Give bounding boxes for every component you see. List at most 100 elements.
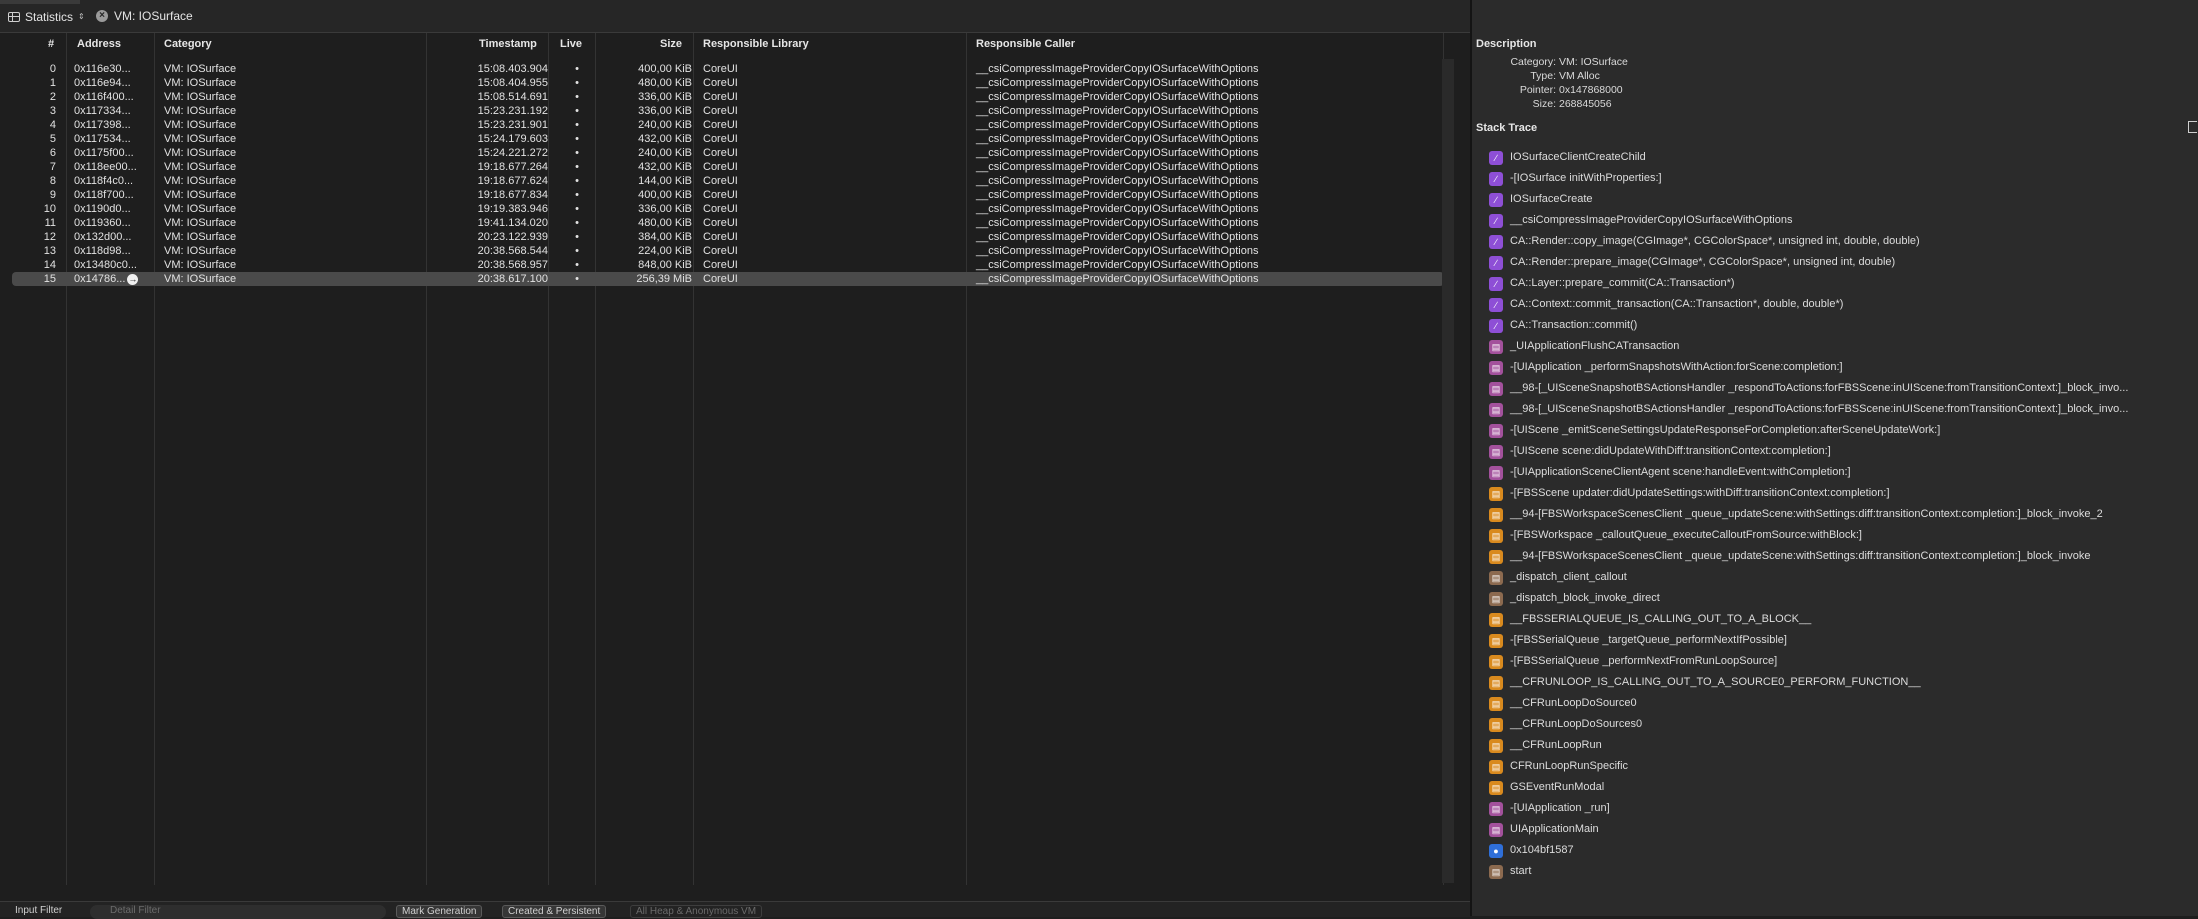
stack-frame[interactable]: ▤ __CFRunLoopRun xyxy=(1489,735,2194,756)
table-row[interactable]: 14 0x13480c0... VM: IOSurface 20:38.568.957… xyxy=(12,258,1444,272)
stack-frame[interactable]: ∕ CA::Context::commit_transaction(CA::Tra… xyxy=(1489,294,2194,315)
stack-frame[interactable]: ▤ __94-[FBSWorkspaceScenesClient _queue_u… xyxy=(1489,546,2194,567)
stack-frame-label: -[UIApplication _run] xyxy=(1510,802,1610,814)
stack-frame[interactable]: ▤ __94-[FBSWorkspaceScenesClient _queue_u… xyxy=(1489,504,2194,525)
clear-filter-icon[interactable]: × xyxy=(96,10,108,22)
stack-frame[interactable]: ▤ -[FBSSerialQueue _targetQueue_performNe… xyxy=(1489,630,2194,651)
stack-frame[interactable]: ▤ CFRunLoopRunSpecific xyxy=(1489,756,2194,777)
row-caller-text: __csiCompressImageProviderCopyIOSurfaceW… xyxy=(976,77,1259,89)
row-size-text: 224,00 KiB xyxy=(638,245,692,257)
table-row[interactable]: 11 0x119360... VM: IOSurface 19:41.134.020 •… xyxy=(12,216,1444,230)
table-row[interactable]: 12 0x132d00... VM: IOSurface 20:23.122.939 •… xyxy=(12,230,1444,244)
row-live-marker-text: • xyxy=(575,189,579,201)
stack-frame[interactable]: ▤ __FBSSERIALQUEUE_IS_CALLING_OUT_TO_A_BL… xyxy=(1489,609,2194,630)
table-row[interactable]: 2 0x116f400... VM: IOSurface 15:08.514.691 •… xyxy=(12,90,1444,104)
row-number-text: 0 xyxy=(49,63,56,75)
col-header-size[interactable]: Size xyxy=(660,38,682,50)
go-to-arrow-icon[interactable]: → xyxy=(127,273,139,285)
col-header-num[interactable]: # xyxy=(48,38,54,50)
row-size-text: 432,00 KiB xyxy=(638,161,692,173)
stack-frame[interactable]: ▤ UIApplicationMain xyxy=(1489,819,2194,840)
stack-frame[interactable]: ▤ -[UIApplication _performSnapshotsWithAc… xyxy=(1489,357,2194,378)
col-header-category[interactable]: Category xyxy=(164,38,212,50)
row-size-text: 432,00 KiB xyxy=(638,133,692,145)
table-row[interactable]: 10 0x1190d0... VM: IOSurface 19:19.383.946 •… xyxy=(12,202,1444,216)
stack-frame[interactable]: ▤ -[UIScene _emitSceneSettingsUpdateRespo… xyxy=(1489,420,2194,441)
stack-frame[interactable]: ∕ IOSurfaceClientCreateChild xyxy=(1489,147,2194,168)
stack-frame[interactable]: ∕ CA::Render::copy_image(CGImage*, CGColo… xyxy=(1489,231,2194,252)
row-timestamp: 19:41.134.020 xyxy=(332,216,548,230)
filter-bar: Input Filter Detail Filter Mark Generati… xyxy=(0,901,1470,919)
stack-frame[interactable]: ▤ __CFRUNLOOP_IS_CALLING_OUT_TO_A_SOURCE0… xyxy=(1489,672,2194,693)
table-row[interactable]: 13 0x118d98... VM: IOSurface 20:38.568.544 •… xyxy=(12,244,1444,258)
sidebar-toggle-icon[interactable] xyxy=(2188,121,2197,133)
stack-frame[interactable]: ▤ start xyxy=(1489,861,2194,882)
table-row[interactable]: 15 0x14786... → VM: IOSurface 20:38.617.100 •… xyxy=(12,272,1444,286)
detail-filter-field[interactable]: Detail Filter xyxy=(90,905,386,919)
table-row[interactable]: 6 0x1175f00... VM: IOSurface 15:24.221.272 •… xyxy=(12,146,1444,160)
library-purple-icon: ∕ xyxy=(1489,172,1503,186)
col-header-live[interactable]: Live xyxy=(560,38,582,50)
stack-frame[interactable]: ▤ __98-[_UISceneSnapshotBSActionsHandler … xyxy=(1489,399,2194,420)
stack-frame[interactable]: ∕ CA::Transaction::commit() xyxy=(1489,315,2194,336)
row-number-text: 12 xyxy=(43,231,56,243)
stack-frame[interactable]: ▤ __CFRunLoopDoSources0 xyxy=(1489,714,2194,735)
stack-frame[interactable]: ∕ __csiCompressImageProviderCopyIOSurface… xyxy=(1489,210,2194,231)
stack-frame[interactable]: ▤ __CFRunLoopDoSource0 xyxy=(1489,693,2194,714)
stack-frame[interactable]: ▤ -[UIApplicationSceneClientAgent scene:h… xyxy=(1489,462,2194,483)
table-row[interactable]: 7 0x118ee00... VM: IOSurface 19:18.677.264 •… xyxy=(12,160,1444,174)
table-row[interactable]: 0 0x116e30... VM: IOSurface 15:08.403.904 • 4… xyxy=(12,62,1444,76)
row-category: VM: IOSurface xyxy=(164,90,236,104)
stack-frame[interactable]: ∕ CA::Layer::prepare_commit(CA::Transacti… xyxy=(1489,273,2194,294)
row-category-text: VM: IOSurface xyxy=(164,203,237,215)
row-address-text: 0x117398... xyxy=(74,119,131,131)
row-timestamp-text: 19:18.677.834 xyxy=(477,189,548,201)
mark-generation-button[interactable]: Mark Generation xyxy=(396,905,483,918)
row-address: 0x118ee00... xyxy=(74,160,158,174)
lifespan-popup[interactable]: Created & Persistent xyxy=(502,905,607,918)
allocation-type-popup[interactable]: All Heap & Anonymous VM xyxy=(630,905,763,918)
row-caller: __csiCompressImageProviderCopyIOSurfaceW… xyxy=(976,160,1258,174)
row-category: VM: IOSurface xyxy=(164,132,236,146)
stack-frame[interactable]: ▤ -[FBSScene updater:didUpdateSettings:wi… xyxy=(1489,483,2194,504)
vertical-scrollbar[interactable] xyxy=(1442,59,1454,883)
library-orange-icon: ▤ xyxy=(1489,676,1503,690)
col-header-address[interactable]: Address xyxy=(77,38,121,50)
table-row[interactable]: 5 0x117534... VM: IOSurface 15:24.179.603 • 4… xyxy=(12,132,1444,146)
stack-frame[interactable]: ▤ -[FBSSerialQueue _performNextFromRunLoo… xyxy=(1489,651,2194,672)
row-number-text: 9 xyxy=(49,189,56,201)
stack-frame[interactable]: ● 0x104bf1587 xyxy=(1489,840,2194,861)
table-row[interactable]: 8 0x118f4c0... VM: IOSurface 19:18.677.624 •… xyxy=(12,174,1444,188)
stack-frame[interactable]: ▤ _dispatch_block_invoke_direct xyxy=(1489,588,2194,609)
stack-frame[interactable]: ▤ _dispatch_client_callout xyxy=(1489,567,2194,588)
stack-frame[interactable]: ∕ IOSurfaceCreate xyxy=(1489,189,2194,210)
table-header: # Address Category Timestamp Live Size R… xyxy=(0,33,1456,55)
row-live-marker: • xyxy=(572,216,582,230)
library-orange-icon: ▤ xyxy=(1489,781,1503,795)
col-header-library[interactable]: Responsible Library xyxy=(703,38,809,50)
row-live-marker-text: • xyxy=(575,273,579,285)
stack-frame[interactable]: ▤ _UIApplicationFlushCATransaction xyxy=(1489,336,2194,357)
row-size: 480,00 KiB xyxy=(592,76,692,90)
stack-frame[interactable]: ∕ -[IOSurface initWithProperties:] xyxy=(1489,168,2194,189)
stack-frame[interactable]: ▤ GSEventRunModal xyxy=(1489,777,2194,798)
category-filter-chip[interactable]: × VM: IOSurface xyxy=(96,9,193,23)
stack-frame[interactable]: ▤ -[UIScene scene:didUpdateWithDiff:trans… xyxy=(1489,441,2194,462)
stack-frame[interactable]: ∕ CA::Render::prepare_image(CGImage*, CGC… xyxy=(1489,252,2194,273)
table-row[interactable]: 9 0x118f700... VM: IOSurface 19:18.677.834 •… xyxy=(12,188,1444,202)
row-number: 12 xyxy=(12,230,56,244)
stack-frame[interactable]: ▤ -[FBSWorkspace _calloutQueue_executeCal… xyxy=(1489,525,2194,546)
col-header-timestamp[interactable]: Timestamp xyxy=(479,38,537,50)
table-row[interactable]: 4 0x117398... VM: IOSurface 15:23.231.901 • 2… xyxy=(12,118,1444,132)
row-category: VM: IOSurface xyxy=(164,174,236,188)
table-row[interactable]: 1 0x116e94... VM: IOSurface 15:08.404.955 • 4… xyxy=(12,76,1444,90)
input-filter-label[interactable]: Input Filter xyxy=(15,905,62,916)
view-selector-button[interactable]: Statistics ⇕ xyxy=(8,9,85,25)
stack-frame[interactable]: ▤ __98-[_UISceneSnapshotBSActionsHandler … xyxy=(1489,378,2194,399)
table-row[interactable]: 3 0x117334... VM: IOSurface 15:23.231.192 • 3… xyxy=(12,104,1444,118)
stack-frame-label: __FBSSERIALQUEUE_IS_CALLING_OUT_TO_A_BLO… xyxy=(1510,613,1812,625)
stack-frame[interactable]: ▤ -[UIApplication _run] xyxy=(1489,798,2194,819)
row-size-text: 256,39 MiB xyxy=(636,273,692,285)
col-header-caller[interactable]: Responsible Caller xyxy=(976,38,1075,50)
row-live-marker-text: • xyxy=(575,119,579,131)
